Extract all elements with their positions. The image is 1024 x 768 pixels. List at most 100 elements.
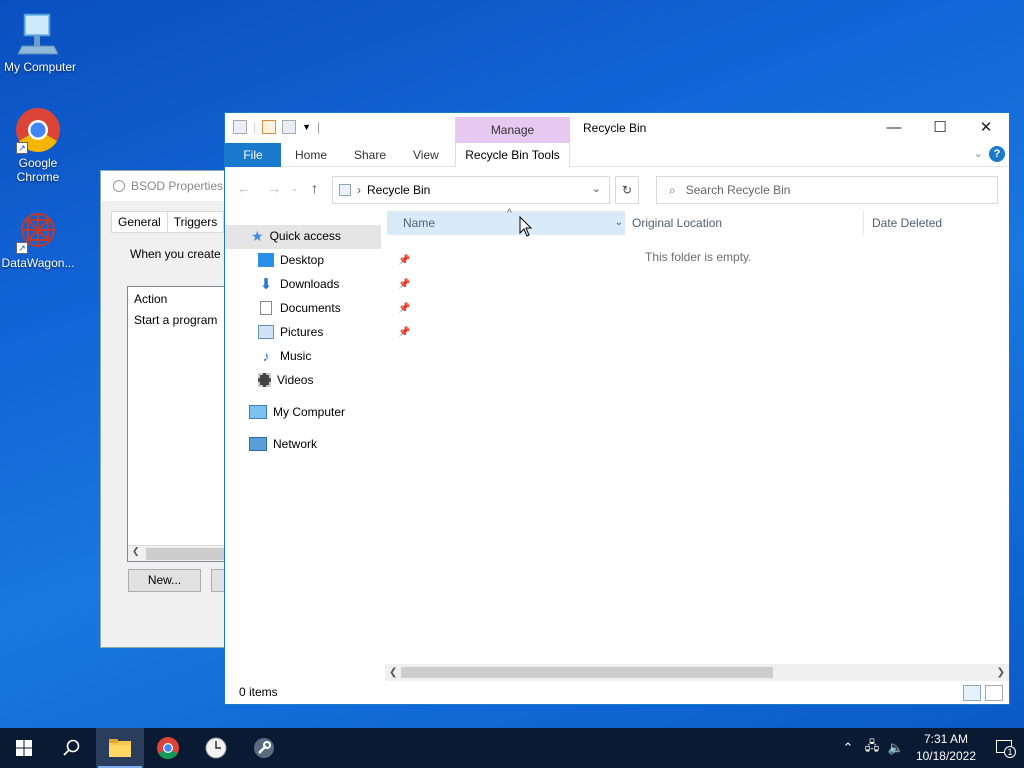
horizontal-scrollbar[interactable]: ❮ ❯ [385,664,1009,681]
properties-icon[interactable] [262,120,277,134]
tab-recycle-bin-tools[interactable]: Recycle Bin Tools [455,143,570,167]
column-header-original-location[interactable]: Original Location [632,211,722,235]
chevron-left-icon[interactable]: ❮ [132,546,140,557]
column-header-name[interactable]: Name ^ ⌄ [387,208,625,235]
clock[interactable]: 7:31 AM 10/18/2022 [916,731,976,765]
music-note-icon: ♪ [262,348,270,364]
nav-label: Documents [280,301,341,315]
volume-icon[interactable]: 🔈 [884,740,908,756]
column-divider[interactable] [863,211,864,235]
help-icon[interactable]: ? [989,146,1005,162]
close-button[interactable]: ✕ [963,113,1009,143]
search-input[interactable]: ⌕ Search Recycle Bin [656,176,998,204]
title-bar[interactable]: | ▼ | Manage Recycle Bin — ☐ ✕ [225,113,1009,143]
nav-music[interactable]: ♪ Music [258,345,312,367]
navigation-pane[interactable]: ★ Quick access Desktop 📌 ⬇ Downloads 📌 D… [225,225,410,665]
scrollbar-thumb[interactable] [401,667,773,678]
shortcut-arrow-icon: ↗ [16,142,28,154]
desktop-icon-label: DataWagon... [1,256,75,270]
nav-quick-access[interactable]: ★ Quick access [251,225,341,247]
tab-triggers[interactable]: Triggers [166,211,225,233]
nav-network[interactable]: Network [249,433,317,455]
chevron-down-icon[interactable]: ⌄ [615,211,623,235]
tab-general[interactable]: General [111,211,168,233]
search-button[interactable] [48,728,96,768]
taskbar-tool-app[interactable] [240,728,288,768]
chrome-icon: ↗ [14,106,62,154]
nav-label: Music [280,349,312,363]
sort-up-icon: ^ [507,208,512,219]
wrench-icon [254,738,274,758]
desktop-icon-label: Google Chrome [16,156,60,184]
column-header-date-deleted[interactable]: Date Deleted [872,211,942,235]
bsod-properties-window[interactable]: BSOD Properties ( General Triggers When … [100,170,240,648]
computer-icon [249,405,267,419]
chevron-up-icon[interactable]: ⌃ [836,740,860,756]
desktop-icon-my-computer[interactable]: My Computer [0,10,80,74]
large-icons-view-icon[interactable] [985,685,1003,701]
tab-file[interactable]: File [225,143,281,167]
file-list-pane[interactable]: Name ^ ⌄ Original Location Date Deleted … [385,208,1009,666]
nav-label: Pictures [280,325,324,339]
desktop-folder-icon [258,253,274,267]
taskbar: ⌃ 🖧 🔈 7:31 AM 10/18/2022 1 [0,728,1024,768]
window-title-bar[interactable]: BSOD Properties ( [101,171,239,201]
up-arrow-icon[interactable]: ↑ [311,180,318,196]
navigation-bar: ← → ⌄ ↑ › Recycle Bin ⌄ ↻ ⌕ Search Recyc… [225,167,1009,211]
nav-label: Videos [277,373,314,387]
nav-videos[interactable]: Videos [258,369,313,391]
star-icon: ★ [251,227,264,244]
new-button[interactable]: New... [128,569,201,592]
nav-label: Downloads [280,277,340,291]
forward-arrow-icon[interactable]: → [267,180,281,196]
folder-icon [109,739,131,757]
datawagon-icon: ↗ [14,206,62,254]
back-arrow-icon[interactable]: ← [237,180,251,196]
chevron-down-icon[interactable]: ⌄ [592,182,601,195]
search-icon: ⌕ [669,182,676,197]
desktop-icon-datawagon[interactable]: ↗ DataWagon... [0,206,78,270]
address-bar[interactable]: › Recycle Bin ⌄ [332,176,610,204]
start-button[interactable] [0,728,48,768]
maximize-button[interactable]: ☐ [917,113,963,143]
tab-home[interactable]: Home [295,143,327,167]
clock-icon [205,737,227,759]
tab-view[interactable]: View [413,143,439,167]
chevron-down-icon[interactable]: ▼ [302,122,311,132]
desktop-icon-chrome[interactable]: ↗ Google Chrome [0,106,78,184]
system-tray: ⌃ 🖧 🔈 7:31 AM 10/18/2022 1 [836,728,1024,768]
taskbar-file-explorer[interactable] [96,728,144,768]
new-folder-icon[interactable] [282,120,297,134]
manage-contextual-tab[interactable]: Manage [455,117,570,143]
taskbar-chrome[interactable] [144,728,192,768]
tab-share[interactable]: Share [354,143,386,167]
tab-strip: General Triggers [111,211,225,233]
status-bar-item-count: 0 items [239,685,278,699]
chrome-icon [157,737,179,759]
windows-logo-icon [16,740,32,756]
desktop-icon-label: My Computer [3,60,77,74]
pictures-icon [258,325,274,339]
breadcrumb[interactable]: Recycle Bin [367,183,430,197]
taskbar-task-scheduler[interactable] [192,728,240,768]
column-label: Name [403,216,436,230]
network-icon[interactable]: 🖧 [860,737,884,759]
chevron-right-icon[interactable]: ❯ [997,664,1005,681]
minimize-button[interactable]: — [871,113,917,143]
nav-my-computer[interactable]: My Computer [249,401,345,423]
clock-icon [113,180,125,192]
download-arrow-icon: ⬇ [259,276,273,293]
refresh-button[interactable]: ↻ [615,176,639,204]
window-title: BSOD Properties ( [131,179,231,193]
details-view-icon[interactable] [963,685,981,701]
recycle-bin-icon [339,184,351,196]
nav-label: Quick access [269,229,341,243]
mouse-cursor-icon [519,216,533,237]
chevron-left-icon[interactable]: ❮ [389,664,397,681]
notification-icon[interactable]: 1 [984,740,1024,758]
recent-locations-icon[interactable]: ⌄ [291,184,298,193]
expand-ribbon-icon[interactable]: ⌄ [974,147,983,160]
search-icon [63,739,80,756]
documents-icon [260,301,272,315]
explorer-window[interactable]: | ▼ | Manage Recycle Bin — ☐ ✕ File Home… [224,112,1010,705]
